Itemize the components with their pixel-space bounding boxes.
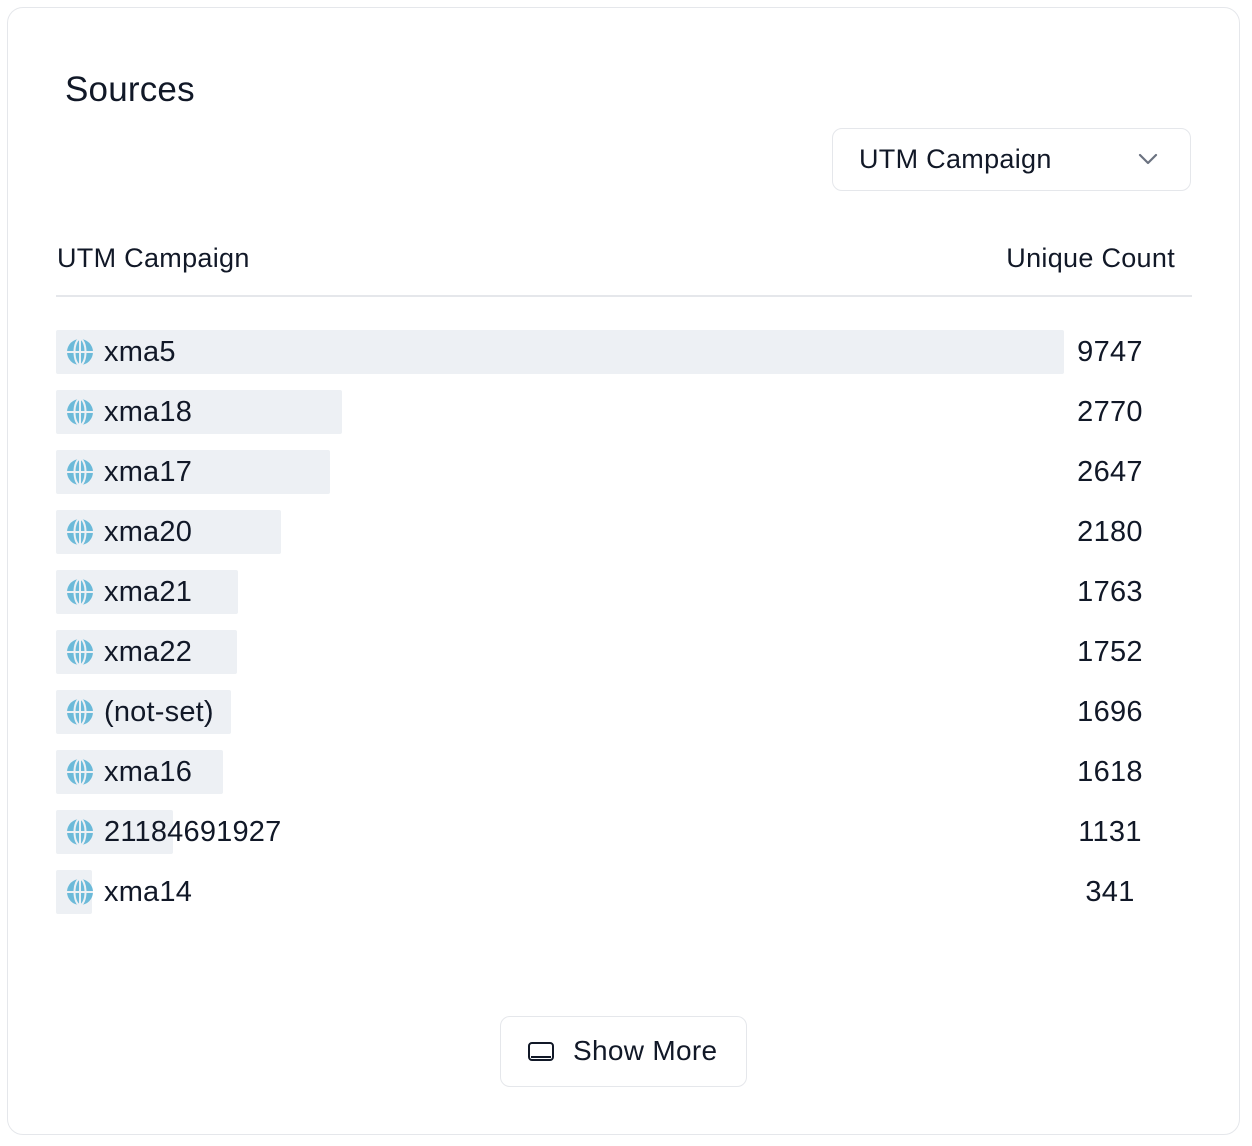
globe-icon: [67, 818, 93, 846]
globe-icon: [67, 338, 93, 366]
table-row[interactable]: xma16 1618: [56, 750, 1192, 794]
row-name: (not-set): [104, 696, 214, 728]
globe-icon: [67, 458, 93, 486]
panel-icon: [528, 1042, 554, 1061]
table-row[interactable]: xma20 2180: [56, 510, 1192, 554]
column-header-unique-count: Unique Count: [1006, 243, 1175, 273]
row-count: 1696: [1077, 696, 1143, 728]
globe-icon: [67, 698, 93, 726]
row-count: 2770: [1077, 396, 1143, 428]
table-row[interactable]: (not-set) 1696: [56, 690, 1192, 734]
table-row[interactable]: xma5 9747: [56, 330, 1192, 374]
row-name: xma21: [104, 576, 193, 608]
row-count: 1763: [1077, 576, 1143, 608]
row-bar: [56, 390, 342, 434]
row-name: xma18: [104, 396, 193, 428]
row-count: 1618: [1077, 756, 1143, 788]
table-row[interactable]: xma22 1752: [56, 630, 1192, 674]
table-row[interactable]: 21184691927 1131: [56, 810, 1192, 854]
row-name: xma5: [104, 336, 176, 368]
show-more-label: Show More: [573, 1035, 718, 1066]
globe-icon: [67, 518, 93, 546]
row-count: 2180: [1077, 516, 1143, 548]
row-count: 2647: [1077, 456, 1143, 488]
row-name: xma16: [104, 756, 193, 788]
row-count: 1131: [1078, 816, 1142, 848]
row-name: xma20: [104, 516, 193, 548]
table-row[interactable]: xma14 341: [56, 870, 1192, 914]
row-name: xma17: [104, 456, 193, 488]
row-count: 341: [1085, 876, 1135, 908]
header-divider: [56, 295, 1192, 297]
table-row[interactable]: xma21 1763: [56, 570, 1192, 614]
column-header-utm-campaign: UTM Campaign: [57, 243, 250, 273]
table-row[interactable]: xma17 2647: [56, 450, 1192, 494]
globe-icon: [67, 638, 93, 666]
breakdown-dropdown[interactable]: UTM Campaign: [832, 128, 1191, 191]
row-count: 9747: [1077, 336, 1143, 368]
chevron-down-icon: [1138, 153, 1158, 165]
row-bar: [56, 450, 330, 494]
globe-icon: [67, 878, 93, 906]
table-row[interactable]: xma18 2770: [56, 390, 1192, 434]
globe-icon: [67, 578, 93, 606]
dropdown-selected-value: UTM Campaign: [859, 144, 1052, 174]
row-name: 21184691927: [104, 816, 282, 848]
row-bar: [56, 330, 1064, 374]
row-count: 1752: [1077, 636, 1143, 668]
globe-icon: [67, 758, 93, 786]
card-title: Sources: [65, 70, 195, 109]
row-name: xma14: [104, 876, 193, 908]
row-name: xma22: [104, 636, 193, 668]
show-more-button[interactable]: Show More: [500, 1016, 747, 1087]
globe-icon: [67, 398, 93, 426]
sources-table-body: xma5 9747 xma18 2770 xma17 2647 xma20 2180 xma21…: [56, 330, 1192, 930]
